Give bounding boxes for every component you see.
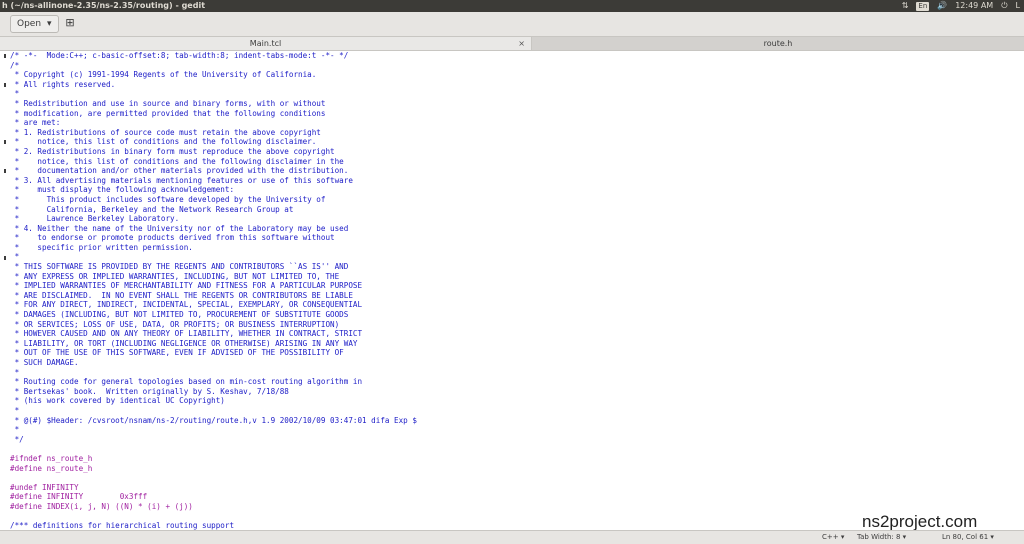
code-line: * ANY EXPRESS OR IMPLIED WARRANTIES, INC… <box>10 271 340 281</box>
cursor-position[interactable]: Ln 80, Col 61 ▾ <box>942 531 994 544</box>
clock[interactable]: 12:49 AM <box>955 0 993 12</box>
code-line: * SUCH DAMAGE. <box>10 358 79 367</box>
code-line: #define ns_route_h <box>10 463 93 473</box>
code-line: * Redistribution and use in source and b… <box>10 98 326 108</box>
code-line: * notice, this list of conditions and th… <box>10 137 317 147</box>
code-line: * documentation and/or other materials p… <box>10 166 349 176</box>
code-line: * HOWEVER CAUSED AND ON ANY THEORY OF LI… <box>10 329 363 339</box>
tab-route-h[interactable]: route.h <box>532 37 1024 50</box>
tab-bar: Main.tcl × route.h <box>0 37 1024 51</box>
power-icon[interactable]: ⏻ <box>1001 0 1007 12</box>
code-line: #undef INFINITY <box>10 482 79 492</box>
tab-label: route.h <box>763 39 793 48</box>
code-line: #ifndef ns_route_h <box>10 453 93 463</box>
code-line: * @(#) $Header: /cvsroot/nsnam/ns-2/rout… <box>10 415 417 425</box>
code-line: /*** definitions for hierarchical routin… <box>10 521 235 530</box>
code-line: * This product includes software develop… <box>10 194 326 204</box>
change-marker <box>4 82 6 87</box>
user-initial[interactable]: L <box>1016 0 1020 12</box>
code-line: * <box>10 425 20 435</box>
change-gutter <box>4 51 7 530</box>
code-line: * specific prior written permission. <box>10 242 193 252</box>
volume-icon[interactable]: 🔊 <box>937 0 947 12</box>
change-marker <box>4 54 6 58</box>
code-line: #define INDEX(i, j, N) ((N) * (i) + (j)) <box>10 501 193 511</box>
code-line: /* <box>10 60 20 70</box>
code-line: * must display the following acknowledge… <box>10 185 235 195</box>
new-document-icon[interactable]: ⊞ <box>60 15 80 31</box>
status-bar: C++ ▾ Tab Width: 8 ▾ Ln 80, Col 61 ▾ <box>0 530 1024 544</box>
code-line: * LIABILITY, OR TORT (INCLUDING NEGLIGEN… <box>10 338 358 348</box>
tab-width-selector[interactable]: Tab Width: 8 ▾ <box>857 531 906 544</box>
code-view[interactable]: /* -*- Mode:C++; c-basic-offset:8; tab-w… <box>10 51 417 530</box>
change-marker <box>4 169 6 174</box>
sort-icon[interactable]: ⇅ <box>902 0 909 12</box>
toolbar: Open ▾ ⊞ <box>0 12 1024 37</box>
code-line: * <box>10 405 20 415</box>
code-line: * Lawrence Berkeley Laboratory. <box>10 214 180 224</box>
code-line: * Routing code for general topologies ba… <box>10 377 363 387</box>
code-line: * ARE DISCLAIMED. IN NO EVENT SHALL THE … <box>10 290 353 300</box>
code-line: * 4. Neither the name of the University … <box>10 223 349 233</box>
code-line: #define INFINITY 0x3fff <box>10 492 148 502</box>
top-panel: h (~/ns-allinone-2.35/ns-2.35/routing) -… <box>0 0 1024 12</box>
open-button[interactable]: Open ▾ <box>10 15 59 33</box>
language-selector[interactable]: C++ ▾ <box>822 531 844 544</box>
code-line: * notice, this list of conditions and th… <box>10 156 344 166</box>
code-line: * <box>10 89 20 99</box>
code-line: */ <box>10 434 24 444</box>
code-line: * to endorse or promote products derived… <box>10 233 335 243</box>
window-title: h (~/ns-allinone-2.35/ns-2.35/routing) -… <box>2 1 206 10</box>
watermark: ns2project.com <box>862 512 978 531</box>
code-line: * <box>10 252 20 262</box>
chevron-down-icon: ▾ <box>47 19 52 29</box>
code-line: * IMPLIED WARRANTIES OF MERCHANTABILITY … <box>10 281 363 291</box>
code-line: * All rights reserved. <box>10 79 116 89</box>
close-icon[interactable]: × <box>518 37 525 50</box>
code-line: /* -*- Mode:C++; c-basic-offset:8; tab-w… <box>10 51 349 60</box>
tab-label: Main.tcl <box>249 39 282 48</box>
code-line: * OUT OF THE USE OF THIS SOFTWARE, EVEN … <box>10 348 344 358</box>
keyboard-layout-indicator[interactable]: En <box>916 1 930 11</box>
code-line: * 2. Redistributions in binary form must… <box>10 146 335 156</box>
code-line: * 3. All advertising materials mentionin… <box>10 175 353 185</box>
change-marker <box>4 255 6 260</box>
code-line: * DAMAGES (INCLUDING, BUT NOT LIMITED TO… <box>10 310 349 320</box>
code-line: * FOR ANY DIRECT, INDIRECT, INCIDENTAL, … <box>10 300 363 310</box>
code-line: * California, Berkeley and the Network R… <box>10 204 294 214</box>
code-line: * <box>10 367 20 377</box>
code-line: * Copyright (c) 1991-1994 Regents of the… <box>10 70 317 80</box>
code-line: * 1. Redistributions of source code must… <box>10 127 321 137</box>
tab-main-tcl[interactable]: Main.tcl × <box>0 37 532 50</box>
open-label: Open <box>17 19 42 29</box>
code-line: * THIS SOFTWARE IS PROVIDED BY THE REGEN… <box>10 262 349 272</box>
code-line: * (his work covered by identical UC Copy… <box>10 396 225 406</box>
system-tray: ⇅ En 🔊 12:49 AM ⏻ L <box>902 0 1020 12</box>
code-line: * are met: <box>10 118 61 128</box>
code-editor[interactable]: /* -*- Mode:C++; c-basic-offset:8; tab-w… <box>0 51 1024 530</box>
change-marker <box>4 140 6 145</box>
code-line: * OR SERVICES; LOSS OF USE, DATA, OR PRO… <box>10 319 340 329</box>
code-line: * modification, are permitted provided t… <box>10 108 326 118</box>
code-line: * Bertsekas' book. Written originally by… <box>10 386 289 396</box>
